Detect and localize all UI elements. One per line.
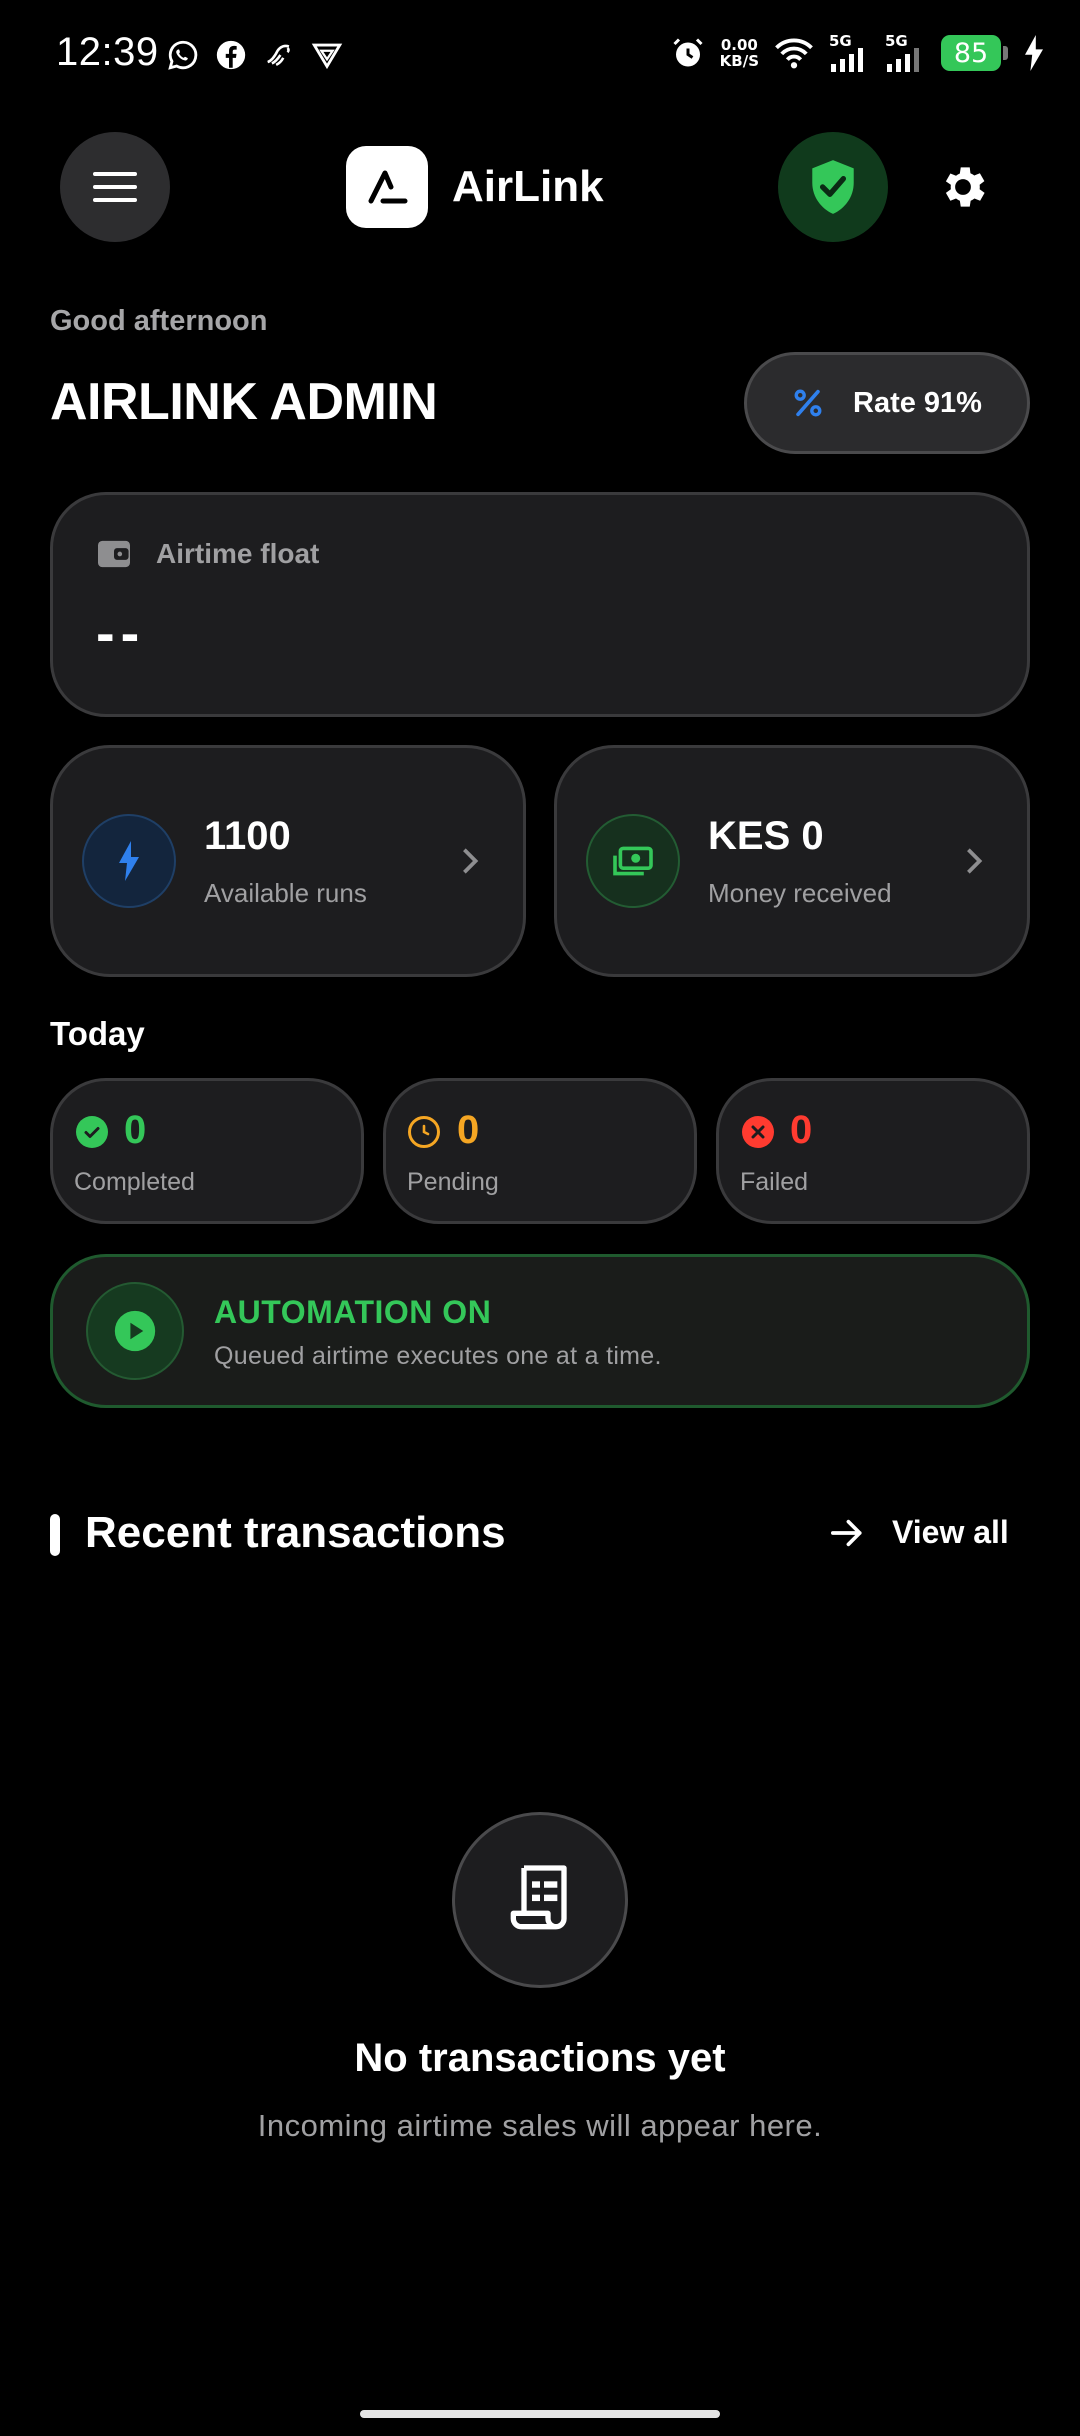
chevron-right-icon [463,848,479,874]
automation-status: AUTOMATION ON [214,1294,492,1330]
signal-icon: 5G [885,34,927,72]
airtime-float-label: Airtime float [156,538,320,569]
app-brand: AirLink [346,146,604,228]
pending-card[interactable] [383,1078,697,1224]
network-speed: 0.00 KB/S [719,36,759,70]
error-circle-icon [742,1116,774,1148]
gear-icon [945,167,985,207]
wifi-icon [775,38,813,69]
clock-icon [408,1116,440,1148]
battery-icon: 85 [941,35,1008,71]
view-all-label: View all [892,1514,1009,1550]
wallet-icon [98,540,130,568]
view-all-link[interactable]: View all [830,1514,1009,1551]
failed-card[interactable] [716,1078,1030,1224]
empty-state-subtitle: Incoming airtime sales will appear here. [257,2108,823,2143]
recent-transactions-heading: Recent transactions [85,1508,506,1557]
empty-state-title: No transactions yet [354,2036,726,2080]
settings-button[interactable] [908,132,1018,242]
notification-icon [267,44,290,67]
bolt-icon [82,814,176,908]
available-runs-value: 1100 [204,814,291,858]
menu-button[interactable] [60,132,170,242]
empty-state-illustration [452,1812,628,1988]
status-time: 12:39 [56,30,159,74]
pending-label: Pending [407,1168,499,1196]
completed-card[interactable] [50,1078,364,1224]
signal-icon: 5G [829,34,871,72]
failed-count: 0 [790,1108,813,1152]
rate-badge[interactable]: Rate 91% [744,352,1030,454]
charging-icon [1025,35,1043,71]
receipt-icon [510,1865,567,1930]
percent-icon [794,389,822,417]
arrow-right-icon [830,1519,862,1546]
completed-count: 0 [124,1108,147,1152]
whatsapp-icon [168,40,198,70]
shield-check-icon [812,160,854,214]
facebook-icon [216,40,246,70]
available-runs-label: Available runs [204,878,367,908]
status-bar: 12:39 0.00 KB/S 5G 5G 85 [0,0,1080,112]
check-circle-icon [76,1116,108,1148]
home-indicator[interactable] [360,2410,720,2418]
rate-label: Rate 91% [853,386,982,419]
app-logo [346,146,428,228]
automation-card[interactable] [50,1254,1030,1408]
failed-label: Failed [740,1168,809,1196]
money-received-value: KES 0 [708,814,824,858]
money-icon [586,814,680,908]
greeting-text: Good afternoon [50,305,268,337]
section-accent-bar [50,1514,60,1556]
vpn-icon [311,43,343,70]
security-button[interactable] [778,132,888,242]
airtime-float-value: -- [96,601,146,664]
hamburger-icon [93,172,137,202]
airtime-float-card[interactable] [50,492,1030,717]
automation-toggle[interactable] [86,1282,184,1380]
play-circle-icon [114,1310,156,1352]
user-name: AIRLINK ADMIN [50,373,438,431]
completed-label: Completed [74,1168,195,1196]
chevron-right-icon [967,848,983,874]
app-name: AirLink [452,162,604,211]
alarm-icon [673,38,703,67]
money-received-label: Money received [708,878,892,908]
automation-description: Queued airtime executes one at a time. [214,1342,662,1370]
pending-count: 0 [457,1108,480,1152]
today-heading: Today [50,1015,145,1052]
